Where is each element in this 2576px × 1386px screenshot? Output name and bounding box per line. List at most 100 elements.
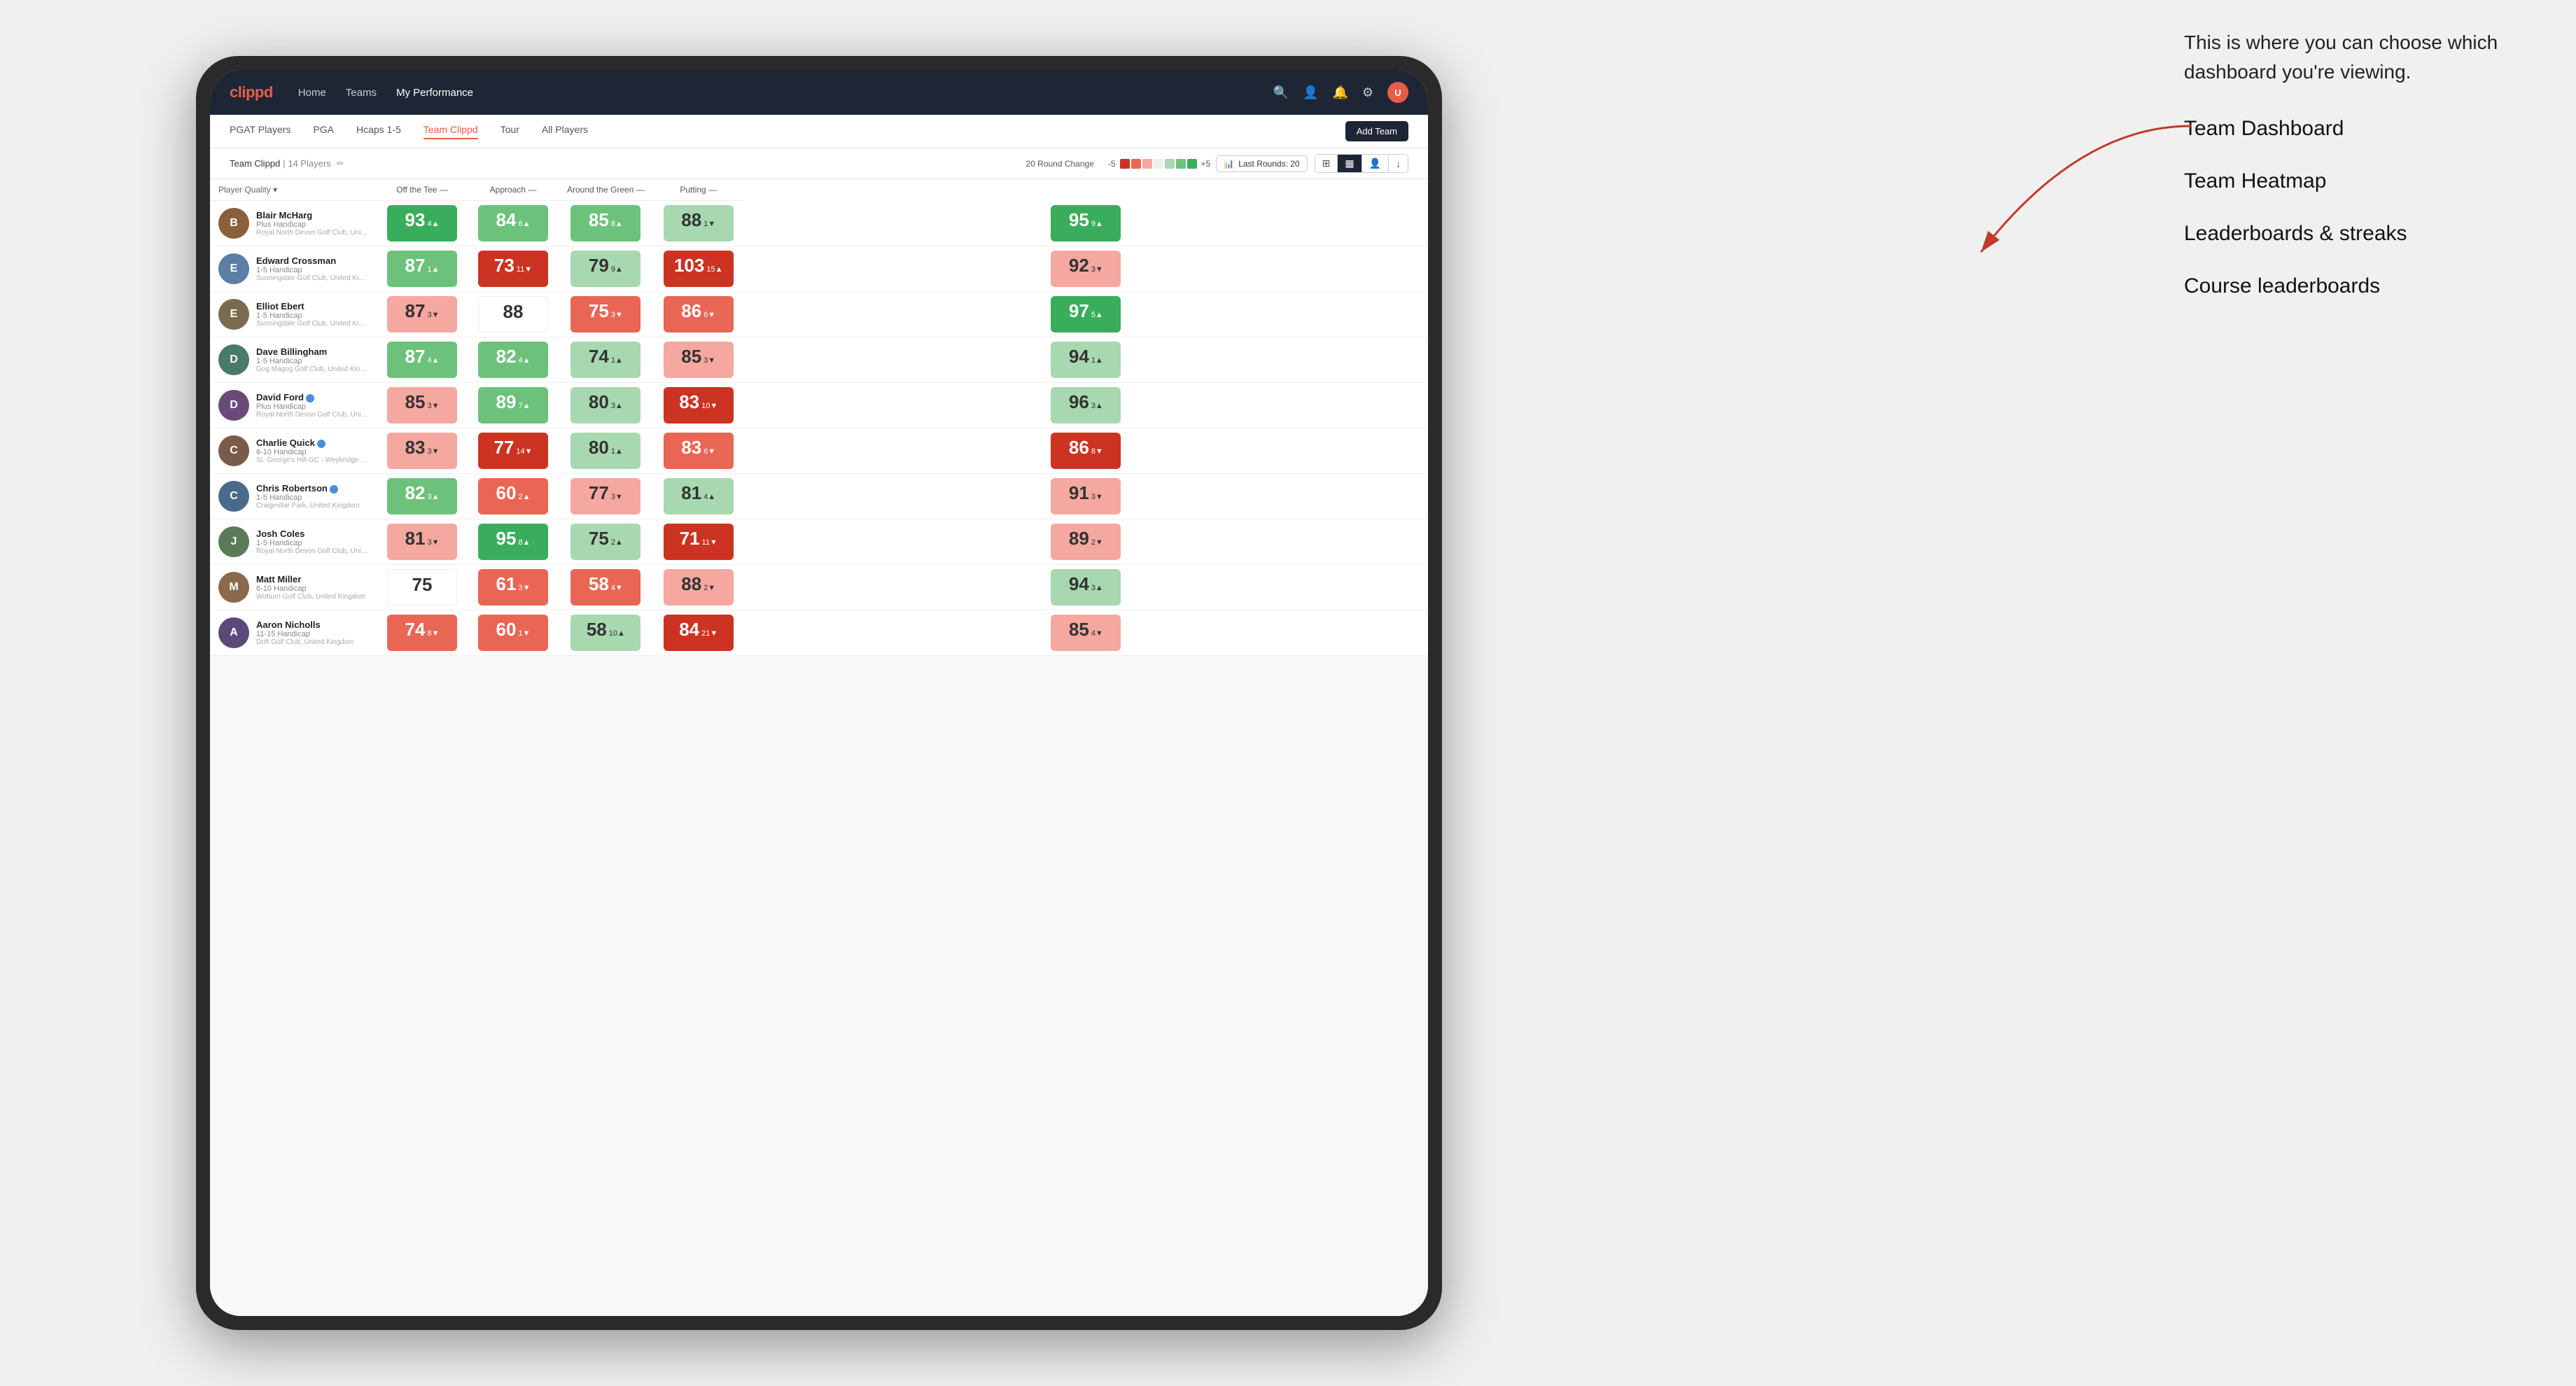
subnav-tour[interactable]: Tour: [500, 124, 519, 139]
player-cell[interactable]: CCharlie Quick6-10 HandicapSt. George's …: [210, 430, 377, 472]
score-cell: 753▼: [559, 292, 653, 337]
nav-links: Home Teams My Performance: [298, 87, 1273, 99]
view-btn-list[interactable]: 👤: [1362, 155, 1389, 172]
player-name: David Ford: [256, 392, 368, 402]
player-cell[interactable]: DDavid FordPlus HandicapRoyal North Devo…: [210, 384, 377, 426]
player-cell[interactable]: JJosh Coles1-5 HandicapRoyal North Devon…: [210, 521, 377, 563]
score-cell: 10315▲: [653, 246, 744, 292]
subnav-pgat[interactable]: PGAT Players: [230, 124, 290, 139]
score-delta: 3▼: [1091, 265, 1103, 274]
player-handicap: 1-5 Handicap: [256, 539, 368, 547]
add-team-button[interactable]: Add Team: [1345, 121, 1408, 141]
player-cell[interactable]: BBlair McHargPlus HandicapRoyal North De…: [210, 202, 377, 244]
view-btn-heatmap[interactable]: ▦: [1338, 155, 1362, 172]
player-name: Aaron Nicholls: [256, 620, 368, 630]
score-delta: 1▲: [427, 265, 439, 274]
view-btn-grid[interactable]: ⊞: [1315, 155, 1338, 172]
score-box: 853▼: [387, 387, 457, 424]
avatar: D: [218, 344, 249, 375]
subnav-hcaps[interactable]: Hcaps 1-5: [356, 124, 401, 139]
player-handicap: 1-5 Handicap: [256, 357, 368, 365]
player-info: Elliot Ebert1-5 HandicapSunningdale Golf…: [256, 301, 368, 328]
table-row: JJosh Coles1-5 HandicapRoyal North Devon…: [210, 519, 1428, 565]
player-handicap: 6-10 Handicap: [256, 448, 368, 456]
score-box: 868▼: [1051, 433, 1121, 469]
last-rounds-button[interactable]: 📊 Last Rounds: 20: [1216, 155, 1307, 172]
score-cell: 882▼: [653, 565, 744, 610]
player-handicap: Plus Handicap: [256, 402, 368, 411]
score-cell: 613▼: [468, 565, 559, 610]
score-delta: 10▲: [609, 629, 625, 638]
table-row: CChris Robertson1-5 HandicapCraigmillar …: [210, 474, 1428, 519]
score-box: 613▼: [478, 569, 548, 606]
subnav-all-players[interactable]: All Players: [542, 124, 588, 139]
score-box: 833▼: [387, 433, 457, 469]
subnav-pga[interactable]: PGA: [313, 124, 334, 139]
profile-button[interactable]: 👤: [1303, 85, 1318, 100]
sub-navigation: PGAT Players PGA Hcaps 1-5 Team Clippd T…: [210, 115, 1428, 148]
score-box: 8421▼: [664, 615, 734, 651]
player-cell[interactable]: DDave Billingham1-5 HandicapGog Magog Go…: [210, 339, 377, 381]
nav-link-teams[interactable]: Teams: [346, 87, 377, 99]
player-name: Edward Crossman: [256, 255, 368, 266]
edit-icon[interactable]: ✏: [337, 158, 344, 169]
tablet-screen: clippd Home Teams My Performance 🔍 👤 🔔 ⚙…: [210, 70, 1428, 1316]
nav-link-home[interactable]: Home: [298, 87, 326, 99]
score-value: 96: [1069, 393, 1089, 411]
notifications-button[interactable]: 🔔: [1332, 85, 1348, 100]
score-delta: 4▼: [611, 584, 623, 592]
player-club: Royal North Devon Golf Club, United King…: [256, 547, 368, 555]
player-cell[interactable]: CChris Robertson1-5 HandicapCraigmillar …: [210, 475, 377, 517]
main-content: Player Quality ▾ Off the Tee — Approach …: [210, 179, 1428, 1316]
score-delta: 3▲: [1091, 584, 1103, 592]
score-box: 814▲: [664, 478, 734, 514]
score-box: 7111▼: [664, 524, 734, 560]
score-value: 73: [494, 256, 514, 274]
score-delta: 11▼: [702, 538, 718, 547]
score-value: 75: [589, 529, 609, 547]
score-value: 79: [589, 256, 609, 274]
view-btn-export[interactable]: ↓: [1389, 155, 1408, 172]
score-box: 601▼: [478, 615, 548, 651]
player-handicap: 1-5 Handicap: [256, 266, 368, 274]
nav-icons: 🔍 👤 🔔 ⚙ U: [1273, 82, 1408, 103]
avatar: B: [218, 208, 249, 239]
score-cell: 814▲: [653, 474, 744, 519]
score-box: 799▲: [570, 251, 640, 287]
player-handicap: 11-15 Handicap: [256, 630, 368, 638]
score-box: 874▲: [387, 342, 457, 378]
score-cell: 854▼: [744, 610, 1428, 656]
player-cell[interactable]: MMatt Miller6-10 HandicapWoburn Golf Clu…: [210, 566, 377, 608]
scale-block-red-strong: [1120, 159, 1130, 169]
score-value: 58: [587, 620, 607, 638]
score-delta: 8▲: [611, 220, 623, 228]
score-delta: 3▼: [427, 447, 439, 456]
score-box: 846▲: [478, 205, 548, 241]
score-cell: 741▲: [559, 337, 653, 383]
score-value: 77: [589, 484, 609, 502]
user-avatar[interactable]: U: [1387, 82, 1408, 103]
annotation-option: Leaderboards & streaks: [2184, 220, 2548, 247]
subnav-team-clippd[interactable]: Team Clippd: [424, 124, 478, 139]
score-box: 941▲: [1051, 342, 1121, 378]
score-cell: 824▲: [468, 337, 559, 383]
scale-block-green-medium: [1176, 159, 1186, 169]
score-box: 753▼: [570, 296, 640, 332]
search-button[interactable]: 🔍: [1273, 85, 1289, 100]
score-box: 882▼: [664, 569, 734, 606]
player-cell[interactable]: EElliot Ebert1-5 HandicapSunningdale Gol…: [210, 293, 377, 335]
annotation-option: Team Dashboard: [2184, 115, 2548, 142]
score-box: 88: [478, 296, 548, 332]
nav-link-performance[interactable]: My Performance: [396, 87, 473, 99]
settings-button[interactable]: ⚙: [1362, 85, 1373, 100]
score-delta: 3▼: [427, 402, 439, 410]
score-box: 943▲: [1051, 569, 1121, 606]
player-cell[interactable]: AAaron Nicholls11-15 HandicapDrift Golf …: [210, 612, 377, 654]
player-cell[interactable]: EEdward Crossman1-5 HandicapSunningdale …: [210, 248, 377, 290]
score-value: 94: [1069, 575, 1089, 593]
app-logo: clippd: [230, 83, 273, 102]
score-cell: 874▲: [377, 337, 468, 383]
player-name: Blair McHarg: [256, 210, 368, 220]
score-delta: 1▼: [704, 220, 715, 228]
player-club: St. George's Hill GC - Weybridge - Surre…: [256, 456, 368, 464]
